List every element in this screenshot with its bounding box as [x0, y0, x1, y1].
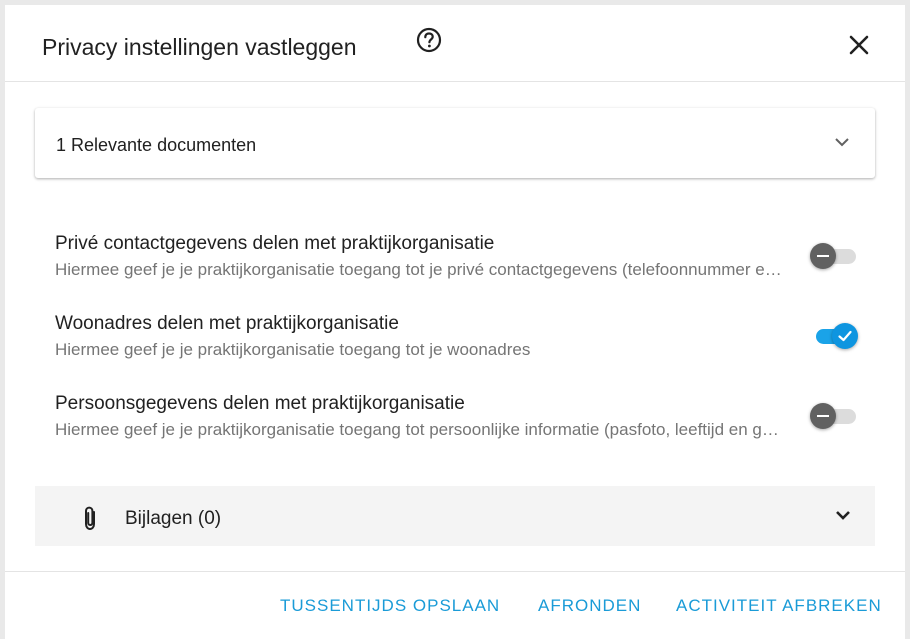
chevron-down-icon — [835, 138, 849, 147]
dialog-header: Privacy instellingen vastleggen — [5, 5, 905, 82]
setting-title: Privé contactgegevens delen met praktijk… — [55, 233, 495, 254]
relevant-documents-label: 1 Relevante documenten — [56, 135, 257, 155]
chevron-down-icon — [836, 511, 850, 520]
relevant-documents-expander[interactable]: 1 Relevante documenten — [35, 108, 875, 178]
paperclip-icon — [85, 506, 95, 531]
setting-contact-details: Privé contactgegevens delen met praktijk… — [55, 233, 875, 293]
privacy-dialog: Privacy instellingen vastleggen 1 Releva… — [5, 5, 905, 639]
attachments-label: Bijlagen (0) — [125, 508, 222, 529]
setting-description: Hiermee geef je je praktijkorganisatie t… — [55, 420, 785, 439]
save-interim-button[interactable]: Tussentijds opslaan — [280, 596, 500, 616]
close-icon[interactable] — [848, 34, 870, 56]
attachments-expander[interactable]: Bijlagen (0) — [35, 486, 875, 546]
help-icon[interactable] — [416, 27, 442, 53]
finish-button[interactable]: Afronden — [538, 596, 641, 616]
setting-description: Hiermee geef je je praktijkorganisatie t… — [55, 260, 785, 279]
contact-details-toggle[interactable] — [810, 241, 858, 271]
setting-home-address: Woonadres delen met praktijkorganisatie … — [55, 313, 875, 373]
personal-data-toggle[interactable] — [810, 401, 858, 431]
setting-personal-data: Persoonsgegevens delen met praktijkorgan… — [55, 393, 875, 453]
dialog-title: Privacy instellingen vastleggen — [42, 34, 357, 60]
setting-title: Persoonsgegevens delen met praktijkorgan… — [55, 393, 465, 414]
setting-title: Woonadres delen met praktijkorganisatie — [55, 313, 399, 334]
cancel-activity-button[interactable]: Activiteit afbreken — [676, 596, 882, 616]
dialog-footer: Tussentijds opslaan Afronden Activiteit … — [5, 571, 905, 639]
home-address-toggle[interactable] — [810, 321, 858, 351]
setting-description: Hiermee geef je je praktijkorganisatie t… — [55, 340, 531, 359]
check-icon — [838, 330, 852, 342]
